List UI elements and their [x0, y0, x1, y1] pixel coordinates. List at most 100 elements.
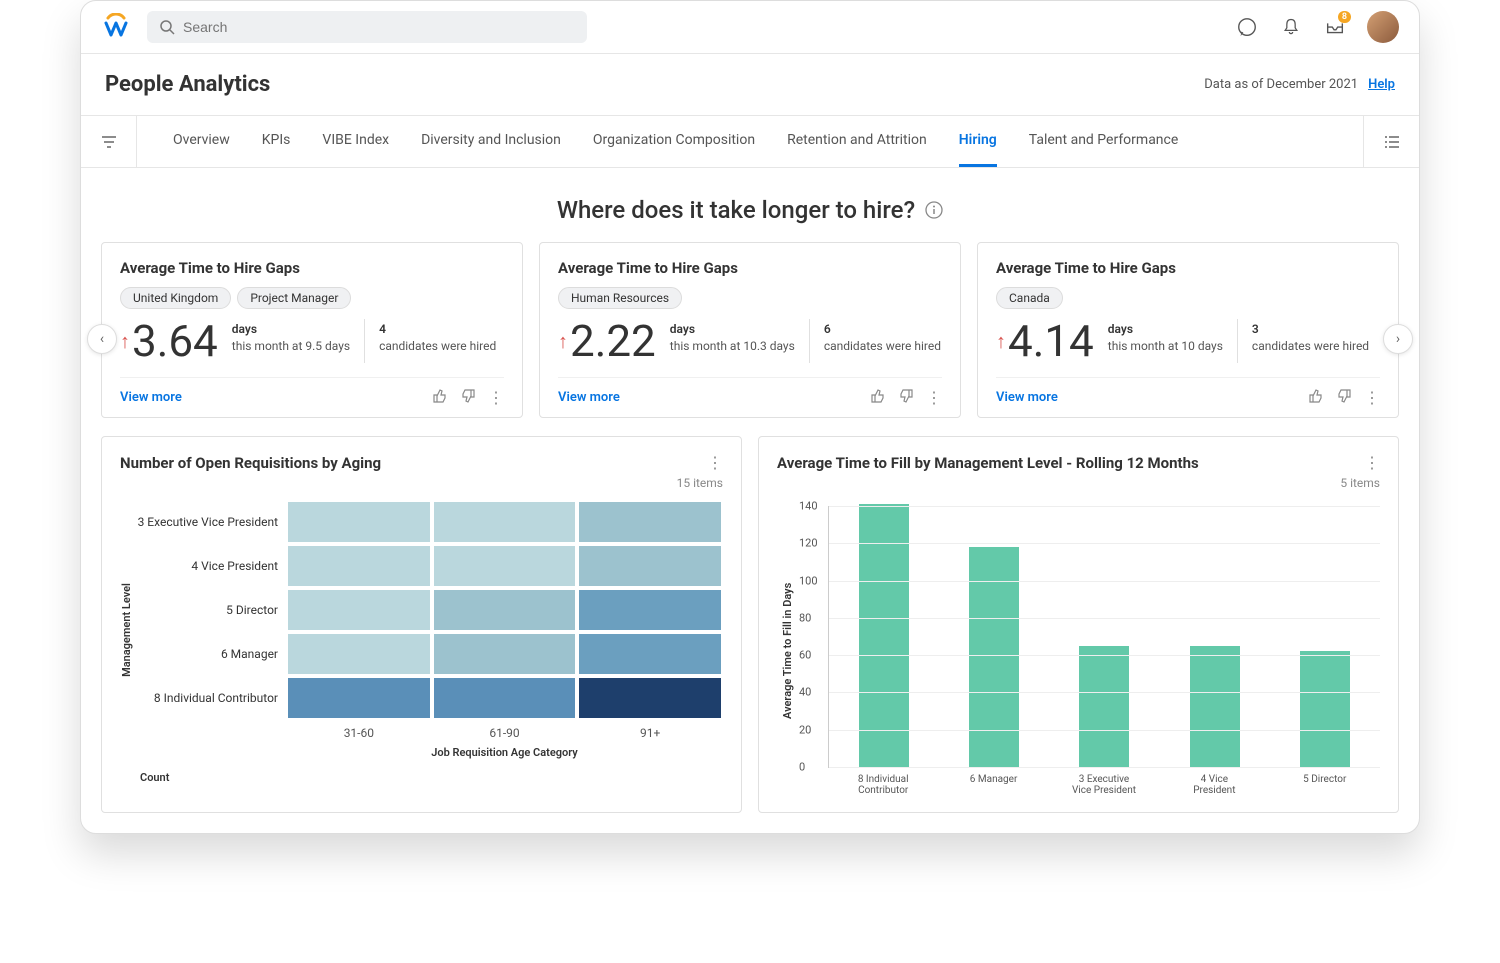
app-logo[interactable]: [101, 12, 131, 42]
thumbs-up-icon[interactable]: [432, 388, 448, 407]
filter-chip[interactable]: United Kingdom: [120, 287, 231, 309]
section-heading-text: Where does it take longer to hire?: [557, 196, 915, 224]
heatmap-col-label: 61-90: [432, 720, 578, 740]
card-menu-icon[interactable]: ⋮: [488, 388, 504, 407]
heatmap-cell[interactable]: [432, 676, 578, 720]
heatmap-x-axis-label: Job Requisition Age Category: [286, 746, 723, 759]
heatmap-cell[interactable]: [432, 500, 578, 544]
bar[interactable]: [1300, 651, 1350, 767]
cards-carousel: ‹ Average Time to Hire Gaps United Kingd…: [81, 242, 1419, 436]
heatmap-cell[interactable]: [577, 544, 723, 588]
bar[interactable]: [1190, 646, 1240, 767]
tab-talent-and-performance[interactable]: Talent and Performance: [1029, 116, 1179, 167]
data-as-of: Data as of December 2021: [1204, 77, 1358, 92]
metric-value: 2.22: [570, 319, 656, 363]
inbox-badge: 8: [1338, 11, 1351, 23]
tab-organization-composition[interactable]: Organization Composition: [593, 116, 755, 167]
metric-detail: daysthis month at 10.3 days: [670, 319, 795, 355]
heatmap-cell[interactable]: [432, 544, 578, 588]
metric-value: 4.14: [1008, 319, 1094, 363]
card-menu-icon[interactable]: ⋮: [926, 388, 942, 407]
tab-diversity-and-inclusion[interactable]: Diversity and Inclusion: [421, 116, 561, 167]
search-box[interactable]: [147, 11, 587, 43]
metric-detail: daysthis month at 9.5 days: [232, 319, 350, 355]
y-tick: 80: [799, 611, 811, 624]
thumbs-down-icon[interactable]: [898, 388, 914, 407]
list-view-icon[interactable]: [1363, 116, 1419, 167]
tab-vibe-index[interactable]: VIBE Index: [322, 116, 389, 167]
heatmap-col-label: 31-60: [286, 720, 432, 740]
tab-overview[interactable]: Overview: [173, 116, 230, 167]
y-tick: 140: [799, 500, 818, 513]
heatmap-menu-icon[interactable]: ⋮: [707, 453, 723, 472]
heatmap-cell[interactable]: [286, 632, 432, 676]
carousel-prev-button[interactable]: ‹: [87, 324, 117, 354]
heatmap-row-label: 5 Director: [136, 588, 286, 632]
bell-icon[interactable]: [1279, 15, 1303, 39]
section-heading: Where does it take longer to hire?: [81, 168, 1419, 242]
view-more-link[interactable]: View more: [558, 390, 620, 405]
card-menu-icon[interactable]: ⋮: [1364, 388, 1380, 407]
title-row: People Analytics Data as of December 202…: [81, 54, 1419, 116]
heatmap-item-count: 15 items: [120, 476, 723, 490]
heatmap-card: Number of Open Requisitions by Aging ⋮ 1…: [101, 436, 742, 813]
thumbs-up-icon[interactable]: [870, 388, 886, 407]
thumbs-up-icon[interactable]: [1308, 388, 1324, 407]
chat-icon[interactable]: [1235, 15, 1259, 39]
carousel-next-button[interactable]: ›: [1383, 324, 1413, 354]
bar-x-label: 4 Vice President: [1179, 774, 1249, 796]
tab-hiring[interactable]: Hiring: [959, 116, 997, 167]
filter-chip[interactable]: Human Resources: [558, 287, 682, 309]
page-title: People Analytics: [105, 72, 270, 97]
filter-chip[interactable]: Project Manager: [237, 287, 351, 309]
heatmap-cell[interactable]: [286, 544, 432, 588]
view-more-link[interactable]: View more: [120, 390, 182, 405]
filter-chip[interactable]: Canada: [996, 287, 1063, 309]
metric-count: 6candidates were hired: [824, 319, 941, 355]
heatmap-row-label: 6 Manager: [136, 632, 286, 676]
bar-x-label: 3 Executive Vice President: [1069, 774, 1139, 796]
barchart-menu-icon[interactable]: ⋮: [1364, 453, 1380, 472]
metric-card: Average Time to Hire Gaps Human Resource…: [539, 242, 961, 418]
heatmap-cell[interactable]: [432, 632, 578, 676]
view-more-link[interactable]: View more: [996, 390, 1058, 405]
top-bar: 8: [81, 1, 1419, 54]
barchart-title: Average Time to Fill by Management Level…: [777, 454, 1199, 472]
heatmap-cell[interactable]: [577, 500, 723, 544]
bar-x-label: 6 Manager: [959, 774, 1029, 796]
thumbs-down-icon[interactable]: [460, 388, 476, 407]
y-tick: 100: [799, 574, 818, 587]
tab-kpis[interactable]: KPIs: [262, 116, 291, 167]
metric-count: 3candidates were hired: [1252, 319, 1369, 355]
y-tick: 120: [799, 537, 818, 550]
info-icon[interactable]: [925, 201, 943, 219]
heatmap-cell[interactable]: [577, 676, 723, 720]
heatmap-title: Number of Open Requisitions by Aging: [120, 454, 381, 472]
tab-retention-and-attrition[interactable]: Retention and Attrition: [787, 116, 927, 167]
search-icon: [159, 19, 175, 35]
trend-up-icon: ↑: [120, 329, 130, 354]
heatmap-cell[interactable]: [577, 632, 723, 676]
thumbs-down-icon[interactable]: [1336, 388, 1352, 407]
help-link[interactable]: Help: [1368, 77, 1395, 92]
bar-x-label: 8 Individual Contributor: [848, 774, 918, 796]
metric-detail: daysthis month at 10 days: [1108, 319, 1223, 355]
card-title: Average Time to Hire Gaps: [558, 259, 942, 277]
heatmap-cell[interactable]: [286, 500, 432, 544]
heatmap-row-label: 4 Vice President: [136, 544, 286, 588]
heatmap-row-label: 3 Executive Vice President: [136, 500, 286, 544]
charts-row: Number of Open Requisitions by Aging ⋮ 1…: [81, 436, 1419, 833]
heatmap-cell[interactable]: [286, 676, 432, 720]
filter-icon[interactable]: [81, 116, 137, 167]
search-input[interactable]: [183, 19, 575, 35]
heatmap-cell[interactable]: [577, 588, 723, 632]
y-tick: 60: [799, 649, 811, 662]
avatar[interactable]: [1367, 11, 1399, 43]
inbox-icon[interactable]: 8: [1323, 15, 1347, 39]
heatmap-cell[interactable]: [432, 588, 578, 632]
heatmap-cell[interactable]: [286, 588, 432, 632]
barchart-y-axis-label: Average Time to Fill in Days: [777, 506, 798, 796]
y-tick: 20: [799, 723, 811, 736]
bar[interactable]: [1079, 646, 1129, 767]
trend-up-icon: ↑: [996, 329, 1006, 354]
